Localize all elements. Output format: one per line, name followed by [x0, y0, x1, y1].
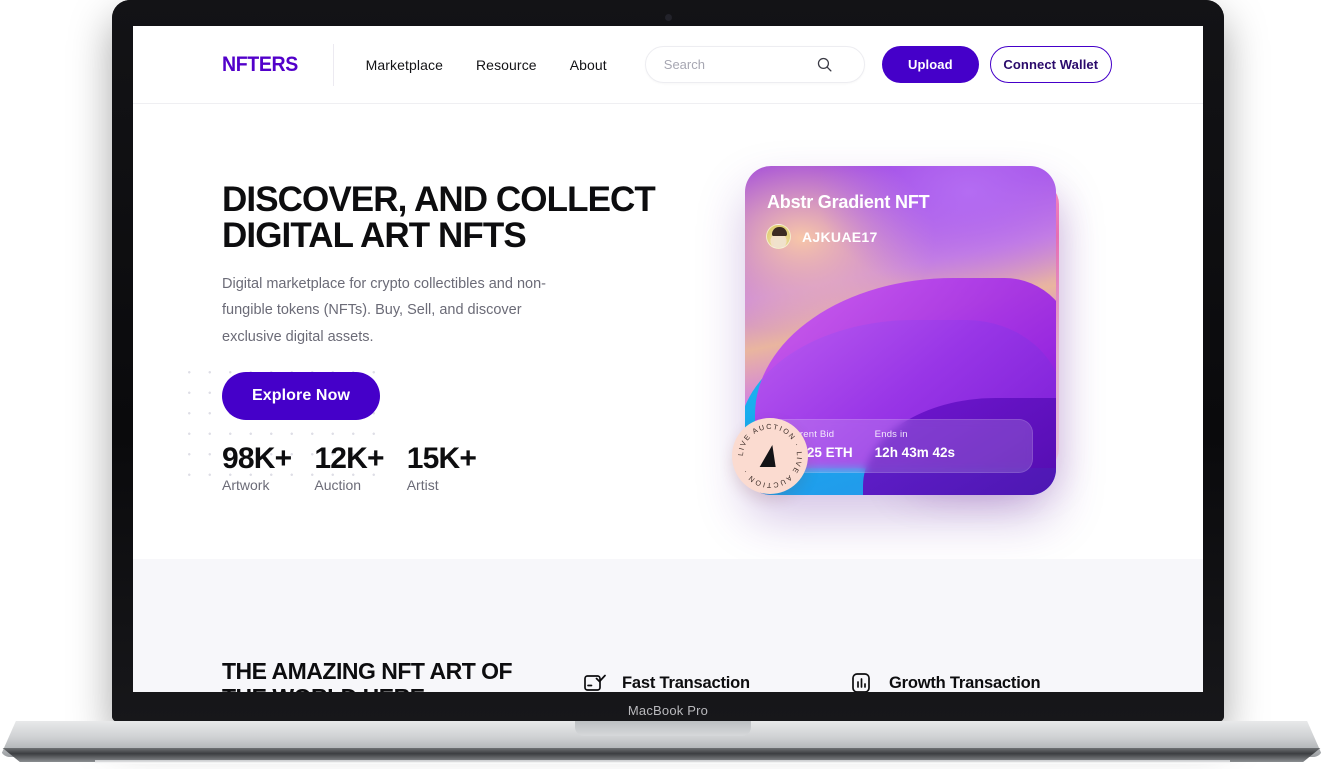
features-section: THE AMAZING NFT ART OF THE WORLD HERE Fa…	[133, 559, 1203, 692]
nft-card-title: Abstr Gradient NFT	[767, 192, 930, 212]
stat-value: 15K+	[406, 442, 477, 475]
live-auction-badge[interactable]: LIVE AUCTION · LIVE AUCTION ·	[732, 418, 808, 494]
feature-head: Growth Transaction	[847, 669, 1111, 692]
nav-link-resource[interactable]: Resource	[476, 57, 537, 73]
device-label: MacBook Pro	[627, 703, 709, 718]
feature-growth-transaction: Growth Transaction Lorem ipsum dolor sit…	[847, 669, 1111, 692]
hero-subtitle: Digital marketplace for crypto collectib…	[222, 276, 546, 345]
webcam-icon	[665, 14, 672, 21]
stat-value: 98K+	[222, 442, 292, 475]
laptop-foot	[95, 760, 1230, 764]
connect-wallet-button[interactable]: Connect Wallet	[989, 46, 1112, 83]
navbar: NFTERS Marketplace Resource About Upload…	[133, 26, 1203, 104]
nft-owner-name: AJKUAE17	[802, 228, 878, 245]
stat-value: 12K+	[314, 442, 384, 475]
nav-link-about[interactable]: About	[570, 57, 607, 73]
nav-links: Marketplace Resource About	[366, 57, 607, 73]
stat-artist: 15K+ Artist	[406, 442, 477, 494]
ends-in-label: Ends in	[874, 429, 908, 440]
explore-now-button[interactable]: Explore Now	[222, 372, 380, 420]
feature-head: Fast Transaction	[580, 669, 773, 692]
screen-viewport: NFTERS Marketplace Resource About Upload…	[133, 26, 1203, 692]
stat-artwork: 98K+ Artwork	[222, 442, 292, 494]
feature-title: Fast Transaction	[622, 673, 750, 692]
search-input[interactable]	[663, 57, 814, 72]
nav-link-marketplace[interactable]: Marketplace	[366, 57, 443, 73]
brand-logo[interactable]: NFTERS	[222, 53, 298, 77]
avatar	[766, 224, 791, 249]
stat-label: Auction	[314, 477, 362, 494]
search-box[interactable]	[644, 46, 865, 83]
page-title: DISCOVER, AND COLLECT DIGITAL ART NFTS	[222, 180, 656, 255]
nft-card-stack: Abstr Gradient NFT AJKUAE17 Current Bid …	[732, 166, 1165, 506]
nav-divider	[332, 43, 334, 86]
search-icon[interactable]	[816, 56, 833, 73]
ends-in-value: 12h 43m 42s	[874, 445, 955, 460]
stat-auction: 12K+ Auction	[314, 442, 384, 494]
hero-stats: 98K+ Artwork 12K+ Auction 15K+ Artist	[222, 442, 477, 494]
features-heading: THE AMAZING NFT ART OF THE WORLD HERE	[222, 658, 513, 692]
upload-button[interactable]: Upload	[881, 46, 979, 83]
nft-owner[interactable]: AJKUAE17	[766, 224, 878, 249]
hero-section: DISCOVER, AND COLLECT DIGITAL ART NFTS D…	[133, 104, 1203, 559]
macbook-mockup: NFTERS Marketplace Resource About Upload…	[0, 0, 1323, 769]
stat-label: Artist	[406, 477, 439, 494]
fast-transaction-icon	[580, 669, 608, 692]
stat-label: Artwork	[222, 477, 270, 494]
ends-in-block: Ends in 12h 43m 42s	[853, 420, 955, 472]
laptop-base-notch	[575, 721, 751, 736]
feature-title: Growth Transaction	[889, 673, 1041, 692]
feature-fast-transaction: Fast Transaction Lorem ipsum dolor sit a…	[580, 669, 773, 692]
growth-transaction-icon	[847, 669, 875, 692]
